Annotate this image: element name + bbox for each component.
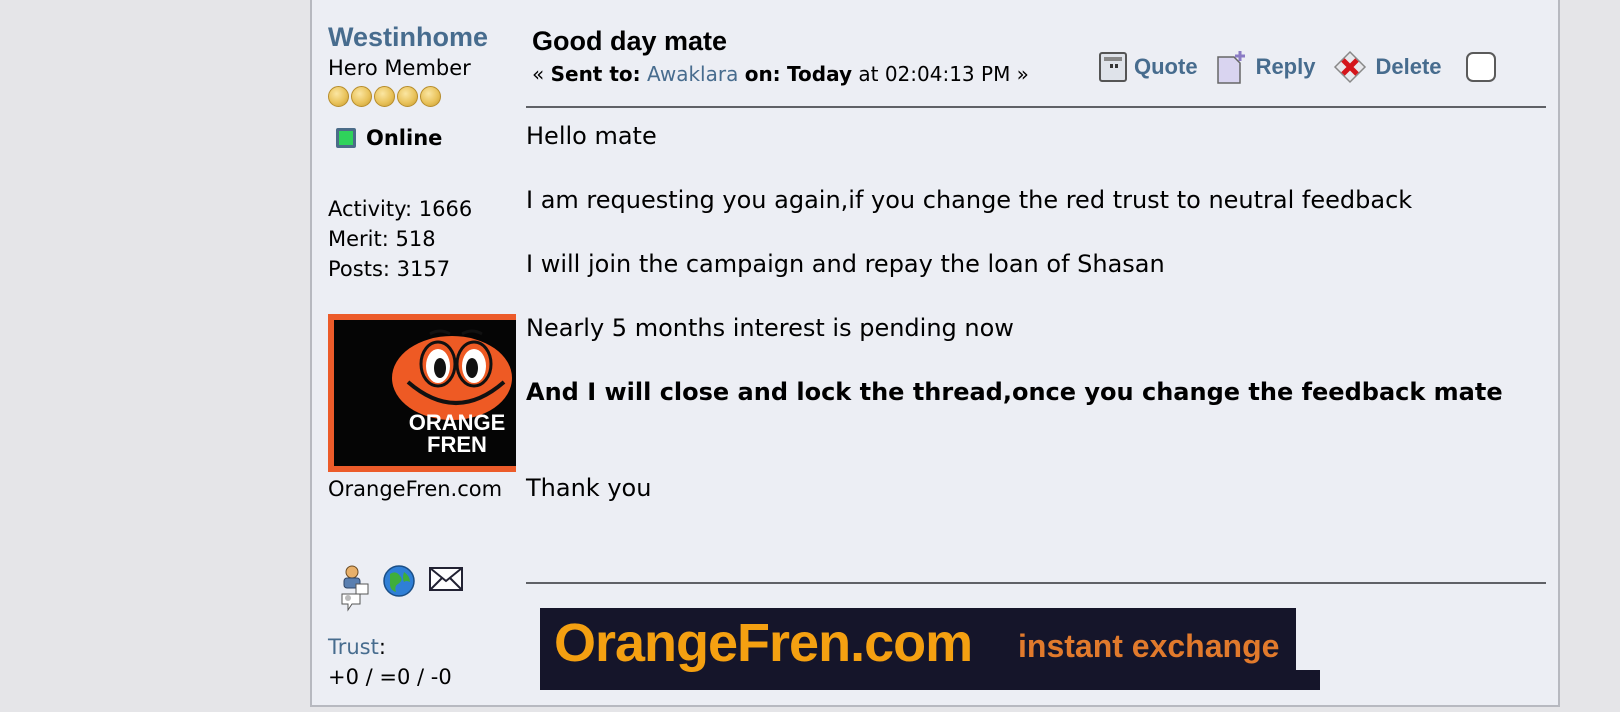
star-icon xyxy=(328,86,349,107)
online-status: Online xyxy=(336,126,442,150)
signature-banner[interactable]: OrangeFren.com instant exchange xyxy=(540,608,1320,690)
banner-notch xyxy=(1296,608,1320,670)
avatar: ORANGE FREN xyxy=(328,314,516,472)
orangefren-logo: ORANGE FREN xyxy=(334,320,516,466)
pm-post-frame: Westinhome Hero Member Online Activity: … xyxy=(310,0,1560,707)
email-icon[interactable] xyxy=(428,564,464,598)
on-label: on: xyxy=(744,62,781,86)
avatar-text-line1: ORANGE xyxy=(408,410,506,435)
recipient-link[interactable]: Awaklara xyxy=(647,62,738,86)
message-actions: Quote Reply Delete xyxy=(1098,48,1496,86)
quote-icon xyxy=(1099,52,1127,82)
delete-label: Delete xyxy=(1375,54,1442,79)
message-meta: « Sent to: Awaklara on: Today at 02:04:1… xyxy=(532,62,1029,86)
avatar-caption: OrangeFren.com xyxy=(328,477,503,501)
sent-prefix: « xyxy=(532,62,551,86)
signature-brand: OrangeFren.com xyxy=(554,613,973,673)
message-body: Hello mate I am requesting you again,if … xyxy=(526,120,1536,536)
sent-to-label: Sent to: xyxy=(550,62,641,86)
star-icon xyxy=(374,86,395,107)
poster-stats: Activity: 1666 Merit: 518 Posts: 3157 xyxy=(328,194,472,284)
trust-value: +0 / =0 / -0 xyxy=(328,665,452,689)
trust-info: Trust: +0 / =0 / -0 xyxy=(328,632,452,692)
quote-label: Quote xyxy=(1134,54,1198,79)
star-icon xyxy=(420,86,441,107)
activity-stat: Activity: 1666 xyxy=(328,197,473,221)
rank-stars xyxy=(328,86,441,107)
sent-day: Today xyxy=(787,62,853,86)
online-label: Online xyxy=(366,126,443,150)
reply-icon xyxy=(1216,51,1245,84)
delete-icon xyxy=(1334,50,1367,84)
poster-rank: Hero Member xyxy=(328,56,471,80)
avatar-text-line2: FREN xyxy=(427,432,487,457)
select-message-checkbox[interactable] xyxy=(1465,52,1496,82)
star-icon xyxy=(397,86,418,107)
merit-stat: Merit: 518 xyxy=(328,227,436,251)
header-divider xyxy=(526,106,1546,108)
sent-time: at 02:04:13 PM » xyxy=(858,62,1029,86)
reply-label: Reply xyxy=(1255,54,1316,79)
body-paragraph-bold: And I will close and lock the thread,onc… xyxy=(526,378,1503,406)
online-indicator-icon xyxy=(336,128,356,148)
star-icon xyxy=(351,86,372,107)
contact-icons xyxy=(336,564,464,616)
body-paragraph: I am requesting you again,if you change … xyxy=(526,186,1413,214)
signature-tagline: instant exchange xyxy=(1018,628,1280,664)
posts-stat: Posts: 3157 xyxy=(328,257,451,281)
body-paragraph: Thank you xyxy=(526,474,652,502)
profile-icon[interactable] xyxy=(336,564,370,616)
delete-button[interactable]: Delete xyxy=(1331,48,1442,86)
trust-separator: : xyxy=(378,635,386,659)
signature-divider xyxy=(526,582,1546,584)
website-icon[interactable] xyxy=(382,564,416,602)
reply-button[interactable]: Reply xyxy=(1214,49,1316,85)
body-paragraph: Hello mate xyxy=(526,122,657,150)
message-subject[interactable]: Good day mate xyxy=(532,26,727,57)
body-paragraph: I will join the campaign and repay the l… xyxy=(526,250,1165,278)
body-paragraph: Nearly 5 months interest is pending now xyxy=(526,314,1014,342)
poster-name-link[interactable]: Westinhome xyxy=(328,22,488,53)
quote-button[interactable]: Quote xyxy=(1098,51,1198,83)
trust-link[interactable]: Trust xyxy=(328,635,379,659)
